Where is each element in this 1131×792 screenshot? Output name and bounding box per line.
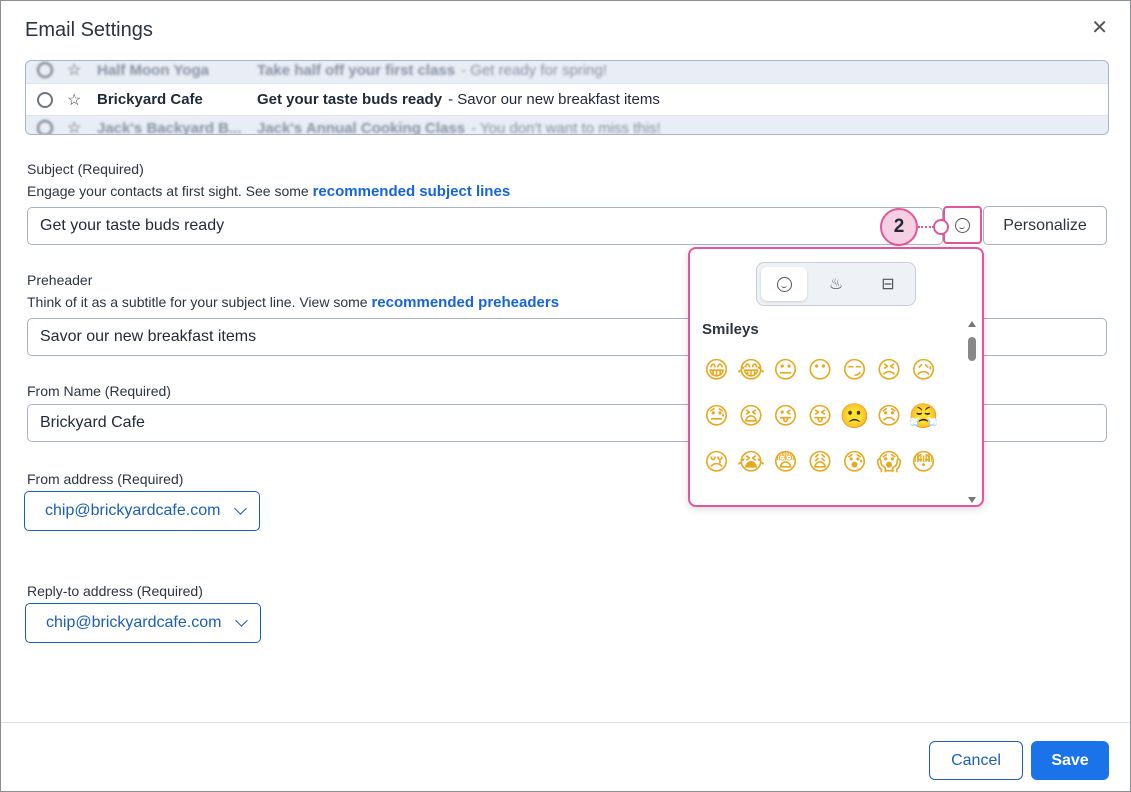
emoji-item[interactable]: 😞 bbox=[873, 399, 906, 433]
emoji-item[interactable]: 😫 bbox=[735, 399, 768, 433]
callout-connector bbox=[918, 226, 934, 228]
cancel-button[interactable]: Cancel bbox=[929, 741, 1023, 780]
subject-hint-text: Engage your contacts at first sight. See… bbox=[27, 183, 313, 199]
personalize-button[interactable]: Personalize bbox=[983, 206, 1107, 245]
required-tag: (Required) bbox=[117, 471, 184, 487]
reply-to-label-text: Reply-to address bbox=[27, 583, 133, 599]
emoji-item[interactable]: 😓 bbox=[700, 399, 733, 433]
scroll-thumb[interactable] bbox=[968, 337, 976, 361]
tab-smileys[interactable] bbox=[761, 267, 807, 301]
dialog-title: Email Settings bbox=[25, 19, 153, 41]
emoji-scrollbar[interactable] bbox=[968, 321, 976, 503]
emoji-picker: ♨ ⊟ Smileys 😁 😂 😐 😶 😏 😣 😥 😓 😫 😜 😝 🙁 😞 😤 😢 😭 😨 😩 😰 😱 😳 bbox=[688, 247, 984, 507]
emoji-item[interactable]: 😨 bbox=[769, 445, 802, 479]
step-callout: 2 bbox=[880, 208, 918, 246]
inbox-preview-row: ☆ Jack's Backyard B... Jack's Annual Coo… bbox=[26, 113, 1108, 135]
emoji-item[interactable]: 😢 bbox=[700, 445, 733, 479]
preview-subject: Take half off your first class bbox=[257, 61, 456, 79]
preheader-value: Savor our new breakfast items bbox=[40, 328, 257, 345]
food-bowl-icon: ♨ bbox=[828, 276, 844, 293]
inbox-preview: ☆ Half Moon Yoga Take half off your firs… bbox=[25, 60, 1109, 135]
emoji-item[interactable]: 😶 bbox=[804, 353, 837, 387]
emoji-item[interactable]: 😩 bbox=[804, 445, 837, 479]
footer-divider bbox=[1, 722, 1130, 723]
emoji-item[interactable]: 😥 bbox=[907, 353, 940, 387]
emoji-category-title: Smileys bbox=[702, 321, 759, 338]
emoji-item[interactable]: 🙁 bbox=[838, 399, 871, 433]
star-icon: ☆ bbox=[67, 62, 82, 79]
preheader-hint: Think of it as a subtitle for your subje… bbox=[27, 294, 559, 311]
chevron-down-icon bbox=[234, 502, 248, 515]
from-name-label-text: From Name bbox=[27, 383, 101, 399]
preview-sender: Brickyard Cafe bbox=[97, 91, 203, 108]
subject-value: Get your taste buds ready bbox=[40, 217, 225, 234]
from-address-value: chip@brickyardcafe.com bbox=[45, 502, 221, 519]
emoji-item[interactable]: 😝 bbox=[804, 399, 837, 433]
emoji-item[interactable]: 😁 bbox=[700, 353, 733, 387]
preview-sender: Half Moon Yoga bbox=[97, 61, 209, 79]
emoji-item[interactable]: 😳 bbox=[907, 445, 940, 479]
briefcase-icon: ⊟ bbox=[881, 276, 895, 293]
from-address-label: From address (Required) bbox=[27, 471, 183, 487]
emoji-item[interactable]: 😐 bbox=[769, 353, 802, 387]
emoji-item[interactable]: 😏 bbox=[838, 353, 871, 387]
from-name-label: From Name (Required) bbox=[27, 383, 171, 399]
emoji-category-tabs: ♨ ⊟ bbox=[756, 262, 916, 306]
emoji-item[interactable]: 😂 bbox=[735, 353, 768, 387]
required-tag: (Required) bbox=[136, 583, 203, 599]
required-tag: (Required) bbox=[104, 383, 171, 399]
radio-icon bbox=[37, 62, 53, 78]
from-address-label-text: From address bbox=[27, 471, 114, 487]
callout-anchor bbox=[933, 219, 949, 235]
emoji-item[interactable]: 😣 bbox=[873, 353, 906, 387]
smiley-icon bbox=[955, 217, 970, 233]
scroll-up-icon[interactable] bbox=[968, 321, 976, 327]
preheader-hint-text: Think of it as a subtitle for your subje… bbox=[27, 294, 372, 310]
from-name-value: Brickyard Cafe bbox=[40, 414, 145, 431]
preview-subject: Get your taste buds ready bbox=[257, 91, 443, 108]
tab-objects[interactable]: ⊟ bbox=[865, 267, 911, 301]
radio-icon bbox=[37, 120, 53, 134]
tab-food[interactable]: ♨ bbox=[813, 267, 859, 301]
preview-preheader: - Get ready for spring! bbox=[461, 61, 608, 79]
smiley-icon bbox=[776, 276, 792, 292]
star-icon: ☆ bbox=[67, 120, 82, 135]
emoji-item[interactable]: 😤 bbox=[907, 399, 940, 433]
emoji-item[interactable]: 😰 bbox=[838, 445, 871, 479]
preview-preheader: - You don't want to miss this! bbox=[471, 119, 661, 135]
emoji-item[interactable]: 😱 bbox=[873, 445, 906, 479]
emoji-item[interactable]: 😜 bbox=[769, 399, 802, 433]
subject-label-text: Subject bbox=[27, 161, 74, 177]
preview-preheader: - Savor our new breakfast items bbox=[448, 91, 660, 108]
emoji-grid: 😁 😂 😐 😶 😏 😣 😥 😓 😫 😜 😝 🙁 😞 😤 😢 😭 😨 😩 😰 😱 😳 bbox=[700, 353, 960, 479]
chevron-down-icon bbox=[235, 614, 249, 627]
subject-label: Subject (Required) bbox=[27, 161, 144, 177]
preheader-label: Preheader bbox=[27, 272, 93, 288]
from-address-select[interactable]: chip@brickyardcafe.com bbox=[24, 491, 261, 531]
reply-to-value: chip@brickyardcafe.com bbox=[46, 614, 222, 631]
inbox-preview-row: ☆ Half Moon Yoga Take half off your firs… bbox=[26, 61, 1108, 85]
subject-hint: Engage your contacts at first sight. See… bbox=[27, 183, 510, 200]
recommended-subject-lines-link[interactable]: recommended subject lines bbox=[313, 183, 511, 200]
scroll-down-icon[interactable] bbox=[968, 497, 976, 503]
recommended-preheaders-link[interactable]: recommended preheaders bbox=[371, 294, 559, 311]
emoji-item[interactable]: 😭 bbox=[735, 445, 768, 479]
email-settings-dialog: Email Settings ✕ ☆ Half Moon Yoga Take h… bbox=[0, 0, 1131, 792]
required-tag: (Required) bbox=[77, 161, 144, 177]
close-icon[interactable]: ✕ bbox=[1091, 15, 1108, 40]
preview-subject: Jack's Annual Cooking Class bbox=[257, 119, 466, 135]
star-icon: ☆ bbox=[67, 91, 82, 109]
preview-sender: Jack's Backyard B... bbox=[97, 119, 242, 135]
radio-icon bbox=[37, 91, 53, 108]
reply-to-select[interactable]: chip@brickyardcafe.com bbox=[25, 603, 262, 643]
reply-to-label: Reply-to address (Required) bbox=[27, 583, 203, 599]
subject-input[interactable]: Get your taste buds ready bbox=[27, 207, 943, 245]
inbox-preview-row: ☆ Brickyard Cafe Get your taste buds rea… bbox=[26, 83, 1108, 116]
save-button[interactable]: Save bbox=[1031, 741, 1109, 780]
